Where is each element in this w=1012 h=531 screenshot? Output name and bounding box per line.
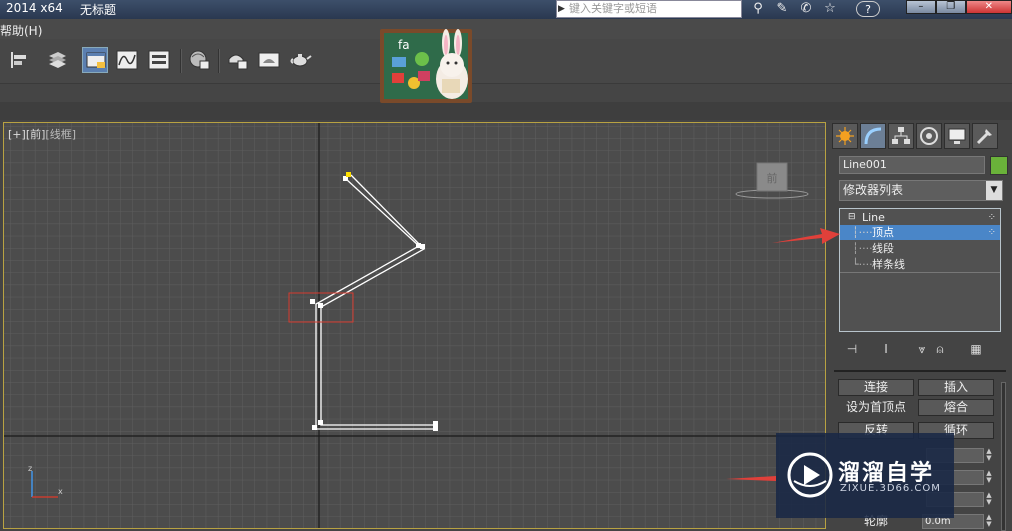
- stack-subitem-label: 顶点: [872, 226, 894, 239]
- pin-dots-icon: ⁘: [987, 212, 996, 223]
- remove-modifier-icon[interactable]: ⍝: [932, 341, 948, 357]
- stack-subitem-vertex[interactable]: ┆····· 顶点 ⁘: [840, 225, 1000, 240]
- render-setup-icon[interactable]: [224, 47, 250, 73]
- document-title: 无标题: [80, 3, 117, 17]
- main-toolbar: [0, 39, 1012, 84]
- connect-button[interactable]: 连接: [838, 379, 914, 396]
- stack-subitem-spline[interactable]: └····· 样条线: [840, 257, 1000, 272]
- search-placeholder: 键入关键字或短语: [569, 2, 657, 15]
- material-editor-icon[interactable]: [186, 47, 212, 73]
- configure-sets-icon[interactable]: ▦: [968, 341, 984, 357]
- menu-bar: 帮助(H): [0, 19, 1012, 39]
- pin-stack-icon[interactable]: ⊣: [844, 341, 860, 357]
- curve-editor-icon[interactable]: [114, 47, 140, 73]
- axis-tripod-icon: z x: [28, 464, 63, 498]
- svg-text:x: x: [58, 487, 63, 496]
- object-color-swatch[interactable]: [990, 156, 1008, 175]
- stack-toolbar: ⊣ I ⩔ ⍝ ▦: [844, 339, 1004, 359]
- search-input[interactable]: ▶ 键入关键字或短语: [556, 0, 742, 18]
- star-icon[interactable]: ☆: [822, 1, 838, 17]
- viewport-view-name[interactable]: [前]: [26, 128, 46, 141]
- align-icon[interactable]: [6, 47, 32, 73]
- schematic-view-icon[interactable]: [146, 47, 172, 73]
- create-tab-icon[interactable]: [832, 123, 858, 149]
- scene-explorer-icon[interactable]: [82, 47, 108, 73]
- mascot-image: fa: [378, 27, 478, 107]
- toolbar-separator: [218, 49, 220, 73]
- utilities-tab-icon[interactable]: [972, 123, 998, 149]
- hierarchy-tab-icon[interactable]: [888, 123, 914, 149]
- modifier-stack[interactable]: ⊟ Line ⁘ ┆····· 顶点 ⁘ ┆····· 线段 └····· 样条…: [839, 208, 1001, 332]
- viewcube-face-label: 前: [767, 171, 778, 185]
- satellite-icon[interactable]: ✆: [798, 1, 814, 17]
- minimize-button[interactable]: –: [906, 0, 936, 14]
- collapse-icon[interactable]: ⊟: [848, 210, 856, 225]
- svg-text:fa: fa: [398, 38, 410, 52]
- watermark: 溜溜自学 ZIXUE.3D66.COM: [776, 433, 954, 518]
- watermark-url: ZIXUE.3D66.COM: [840, 483, 941, 494]
- spinner-arrows-icon[interactable]: ▲ ▼: [984, 448, 994, 463]
- title-bar: 2014 x64 无标题 ▶ 键入关键字或短语 ⚲ ✎ ✆ ☆ ? – ❐ ✕: [0, 0, 1012, 19]
- display-tab-icon[interactable]: [944, 123, 970, 149]
- pin-dots-icon: ⁘: [987, 227, 996, 238]
- close-button[interactable]: ✕: [965, 0, 1012, 14]
- annotation-arrow: [772, 228, 840, 244]
- annotation-arrow: [726, 476, 776, 481]
- stack-subitem-label: 线段: [872, 242, 894, 255]
- spline-shape[interactable]: [4, 123, 826, 529]
- viewcube[interactable]: 前: [734, 161, 814, 201]
- watermark-logo-icon: [787, 452, 833, 498]
- menu-help[interactable]: 帮助(H): [0, 22, 42, 39]
- modify-tab-icon[interactable]: [860, 123, 886, 149]
- make-unique-icon[interactable]: ⩔: [914, 341, 930, 357]
- command-panel-tabs: [832, 123, 1008, 149]
- modifier-list-label: 修改器列表: [843, 183, 904, 197]
- viewport-shading-mode[interactable]: [线框]: [45, 128, 76, 141]
- motion-tab-icon[interactable]: [916, 123, 942, 149]
- stack-subitem-segment[interactable]: ┆····· 线段: [840, 241, 1000, 256]
- rendered-frame-icon[interactable]: [256, 47, 282, 73]
- fuse-button[interactable]: 熔合: [918, 399, 994, 416]
- spinner-arrows-icon[interactable]: ▲ ▼: [984, 492, 994, 507]
- window-controls: – ❐ ✕: [906, 0, 1012, 15]
- ribbon-strip: [0, 84, 1012, 102]
- rollout-divider: [834, 370, 1006, 372]
- svg-text:z: z: [28, 464, 32, 473]
- stack-subitem-label: 样条线: [872, 258, 905, 271]
- command-panel-scrollbar[interactable]: [1001, 382, 1006, 531]
- stack-divider: [840, 272, 1000, 273]
- show-end-result-icon[interactable]: I: [878, 341, 894, 357]
- viewport-menu-plus[interactable]: [+]: [8, 128, 26, 141]
- spinner-arrows-icon[interactable]: ▲ ▼: [984, 470, 994, 485]
- stack-item-label: Line: [862, 211, 885, 224]
- front-viewport[interactable]: [+][前][线框] 前 z x: [3, 122, 826, 529]
- object-name-field[interactable]: Line001: [839, 156, 985, 174]
- help-label: ?: [865, 3, 871, 16]
- key-icon[interactable]: ✎: [774, 1, 790, 17]
- viewport-label[interactable]: [+][前][线框]: [8, 126, 76, 142]
- chevron-down-icon[interactable]: ▼: [986, 181, 1002, 200]
- restore-button[interactable]: ❐: [935, 0, 966, 14]
- make-first-button[interactable]: 设为首顶点: [838, 400, 914, 417]
- modifier-list-dropdown[interactable]: 修改器列表 ▼: [839, 180, 1003, 201]
- render-teapot-icon[interactable]: [288, 47, 314, 73]
- layer-manager-icon[interactable]: [44, 47, 70, 73]
- search-expand-icon[interactable]: ▶: [558, 1, 565, 17]
- ribbon-strip-lower: [0, 102, 1012, 120]
- app-version: 2014 x64: [6, 1, 63, 15]
- stack-item-line[interactable]: ⊟ Line ⁘: [840, 210, 1000, 225]
- toolbar-separator: [180, 49, 182, 73]
- insert-button[interactable]: 插入: [918, 379, 994, 396]
- binoculars-icon[interactable]: ⚲: [750, 1, 766, 17]
- spinner-arrows-icon[interactable]: ▲ ▼: [984, 514, 994, 529]
- help-button[interactable]: ?: [856, 1, 880, 17]
